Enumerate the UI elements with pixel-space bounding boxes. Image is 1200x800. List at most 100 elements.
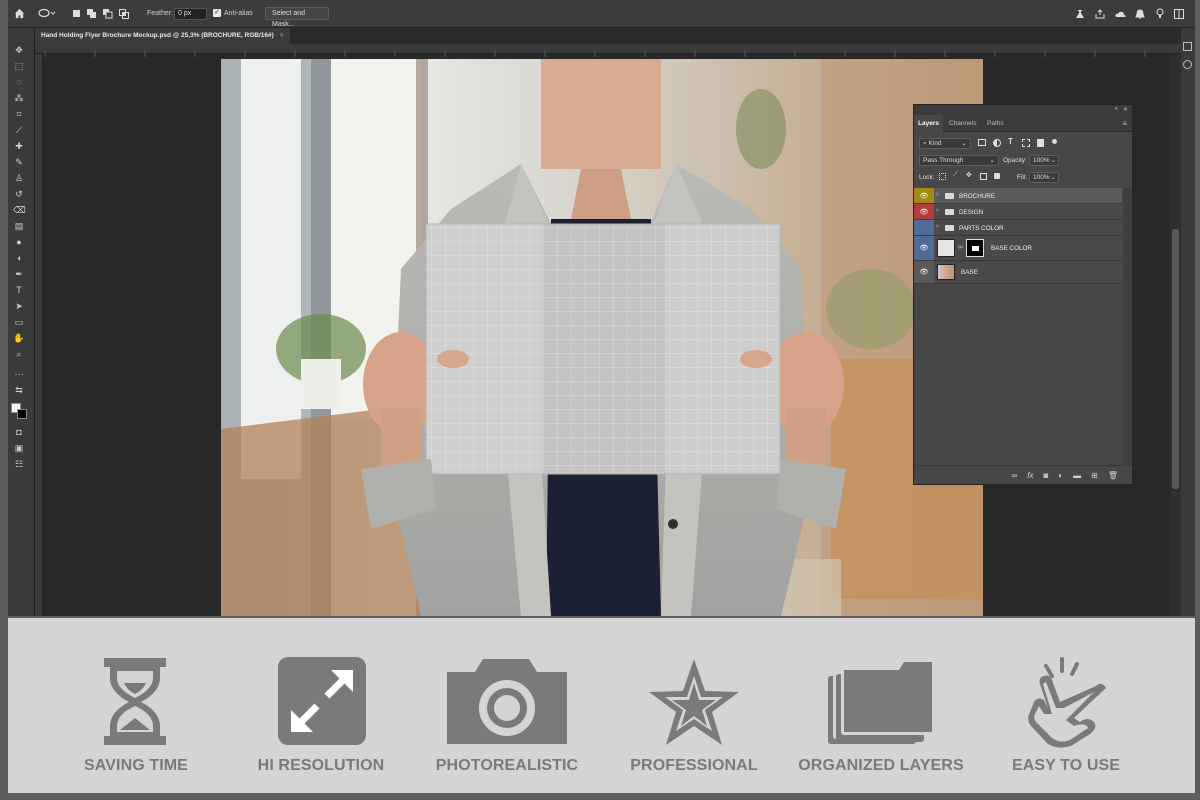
- filter-adjustment-icon[interactable]: [993, 139, 1001, 147]
- feather-input[interactable]: 0 px: [174, 8, 207, 20]
- gradient-tool-icon[interactable]: ▤: [13, 220, 25, 232]
- opacity-input[interactable]: 100% ⌄: [1029, 155, 1059, 166]
- layer-row-design[interactable]: 👁 › DESIGN: [914, 204, 1122, 220]
- lock-artboard-icon[interactable]: [980, 173, 987, 180]
- filter-pixel-icon[interactable]: [978, 139, 986, 146]
- expand-arrow-icon[interactable]: ›: [936, 223, 938, 230]
- lock-all-icon[interactable]: [994, 173, 1000, 179]
- home-icon[interactable]: [11, 6, 27, 21]
- filter-type-icon[interactable]: T: [1008, 137, 1013, 146]
- panel-tabs: Layers Channels Paths ≡: [914, 115, 1132, 132]
- feather-label: Feather:: [147, 10, 174, 17]
- lasso-tool-icon[interactable]: ◌: [13, 76, 25, 88]
- blur-tool-icon[interactable]: ●: [13, 236, 25, 248]
- antialias-checkbox[interactable]: ✓: [213, 9, 221, 17]
- quick-mask-icon[interactable]: ◘: [13, 426, 25, 438]
- layer-row-brochure[interactable]: 👁 › BROCHURE: [914, 188, 1122, 204]
- healing-brush-tool-icon[interactable]: ✚: [13, 140, 25, 152]
- lasso-tool-preset-icon[interactable]: [36, 6, 58, 21]
- share-icon[interactable]: [1094, 6, 1106, 21]
- zoom-tool-icon[interactable]: ⌕: [13, 348, 25, 360]
- new-selection-icon[interactable]: [70, 6, 82, 21]
- move-tool-icon[interactable]: ✥: [13, 44, 25, 56]
- pen-tool-icon[interactable]: ✒: [13, 268, 25, 280]
- filter-shape-icon[interactable]: [1022, 139, 1030, 147]
- panel-scrollbar[interactable]: [1123, 188, 1132, 465]
- magic-wand-tool-icon[interactable]: ⁂: [13, 92, 25, 104]
- collapse-panel-icon[interactable]: «: [1115, 106, 1118, 112]
- filter-smartobject-icon[interactable]: [1037, 139, 1044, 147]
- history-panel-icon[interactable]: [1183, 60, 1192, 69]
- intersect-selection-icon[interactable]: [118, 6, 130, 21]
- mask-icon[interactable]: ◙: [1043, 471, 1048, 480]
- visibility-eye-icon[interactable]: 👁: [914, 236, 934, 260]
- layer-mask-thumbnail[interactable]: [966, 239, 984, 257]
- layer-row-base-color[interactable]: 👁 ∞ BASE COLOR: [914, 236, 1122, 261]
- fx-icon[interactable]: fx: [1027, 471, 1033, 480]
- document-tab[interactable]: Hand Holding Flyer Brochure Mockup.psd @…: [35, 28, 290, 44]
- adjustment-icon[interactable]: ◐: [1058, 471, 1063, 480]
- path-selection-tool-icon[interactable]: ➤: [13, 300, 25, 312]
- lock-image-icon[interactable]: ⟋: [953, 171, 958, 179]
- new-layer-icon[interactable]: ⊞: [1091, 471, 1098, 480]
- visibility-eye-icon[interactable]: 👁: [914, 204, 934, 219]
- hand-tool-icon[interactable]: ✋: [13, 332, 25, 344]
- vertical-ruler: [35, 54, 43, 616]
- filter-kind-select[interactable]: ⌕ Kind ⌄: [919, 138, 971, 149]
- blend-mode-select[interactable]: Pass Through ⌄: [919, 155, 999, 166]
- panel-menu-icon[interactable]: ≡: [1122, 119, 1127, 128]
- close-tab-icon[interactable]: ×: [280, 28, 284, 44]
- layer-thumbnail: [937, 239, 955, 257]
- workspace-icon[interactable]: [1173, 6, 1185, 21]
- close-panel-icon[interactable]: ✕: [1123, 106, 1128, 113]
- filter-toggle-icon[interactable]: [1052, 139, 1057, 144]
- dodge-tool-icon[interactable]: ◖: [13, 252, 25, 264]
- star-icon: [604, 656, 784, 751]
- shape-tool-icon[interactable]: ▭: [13, 316, 25, 328]
- bell-icon[interactable]: [1134, 6, 1146, 21]
- visibility-eye-icon[interactable]: 👁: [914, 188, 934, 203]
- scrollbar-thumb[interactable]: [1172, 229, 1179, 489]
- flask-icon[interactable]: [1074, 6, 1086, 21]
- lock-transparent-icon[interactable]: [939, 173, 946, 180]
- history-brush-tool-icon[interactable]: ↺: [13, 188, 25, 200]
- subtract-selection-icon[interactable]: [102, 6, 114, 21]
- tab-paths[interactable]: Paths: [983, 115, 1008, 132]
- brush-tool-icon[interactable]: ✎: [13, 156, 25, 168]
- expand-arrow-icon[interactable]: ›: [936, 207, 938, 214]
- visibility-toggle[interactable]: [914, 220, 934, 235]
- background-color-swatch[interactable]: [17, 409, 27, 419]
- screen-mode-icon[interactable]: ▣: [13, 442, 25, 454]
- layer-row-base[interactable]: 👁 BASE: [914, 261, 1122, 284]
- lock-position-icon[interactable]: ✥: [966, 171, 972, 179]
- layer-row-parts-color[interactable]: › PARTS COLOR: [914, 220, 1122, 236]
- visibility-eye-icon[interactable]: 👁: [914, 261, 934, 283]
- cloud-icon[interactable]: [1114, 6, 1126, 21]
- marquee-tool-icon[interactable]: ⬚: [13, 60, 25, 72]
- clone-stamp-tool-icon[interactable]: ♙: [13, 172, 25, 184]
- properties-panel-icon[interactable]: [1183, 42, 1192, 51]
- eyedropper-tool-icon[interactable]: ⟋: [13, 124, 25, 136]
- document-canvas[interactable]: [221, 59, 983, 616]
- group-icon[interactable]: ▬: [1073, 471, 1081, 480]
- brochure-sheet: [425, 223, 781, 475]
- expand-arrow-icon[interactable]: ›: [936, 191, 938, 198]
- feature-label: ORGANIZED LAYERS: [798, 757, 964, 774]
- tab-channels[interactable]: Channels: [945, 115, 980, 132]
- tips-lightbulb-icon[interactable]: [1154, 6, 1166, 21]
- swap-colors-icon[interactable]: ⇆: [13, 384, 25, 396]
- vertical-scrollbar[interactable]: [1170, 54, 1181, 616]
- tab-layers[interactable]: Layers: [914, 115, 943, 132]
- chain-link-icon[interactable]: ∞: [958, 244, 963, 251]
- more-tools-icon[interactable]: ⋯: [13, 368, 25, 380]
- trash-icon[interactable]: 🗑: [1108, 471, 1118, 480]
- eraser-tool-icon[interactable]: ⌫: [13, 204, 26, 216]
- select-and-mask-button[interactable]: Select and Mask...: [265, 7, 329, 28]
- add-selection-icon[interactable]: [86, 6, 98, 21]
- fill-input[interactable]: 100% ⌄: [1029, 172, 1059, 183]
- link-icon[interactable]: ∞: [1012, 471, 1018, 480]
- edit-toolbar-icon[interactable]: ☷: [13, 458, 25, 470]
- feature-hi-resolution: HI RESOLUTION: [231, 618, 411, 793]
- crop-tool-icon[interactable]: ⌗: [13, 108, 25, 120]
- type-tool-icon[interactable]: T: [13, 284, 25, 296]
